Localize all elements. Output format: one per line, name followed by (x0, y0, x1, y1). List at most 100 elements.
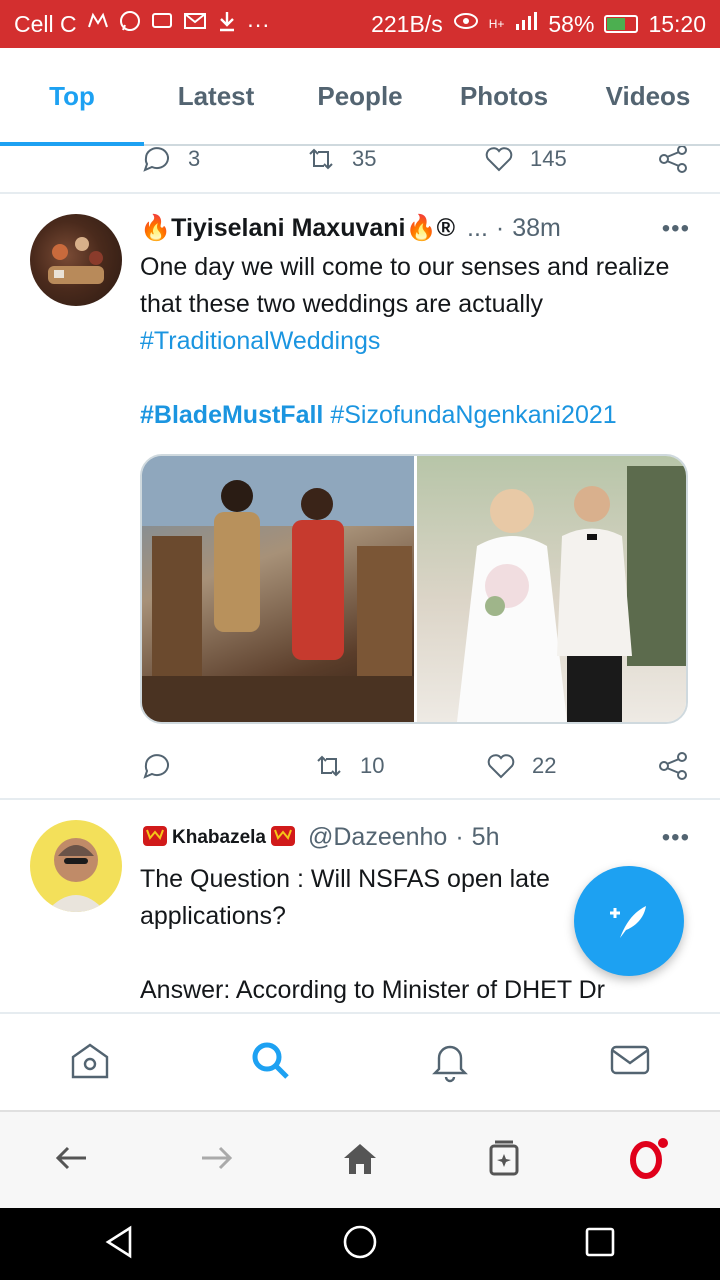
share-button[interactable] (656, 749, 690, 783)
reply-icon (143, 754, 169, 779)
hashtag-link[interactable]: #BladeMustFall (140, 401, 323, 429)
carrier-label: Cell C (14, 10, 77, 37)
share-icon (659, 146, 687, 173)
tab-people[interactable]: People (288, 48, 432, 144)
system-home-button[interactable] (340, 1222, 380, 1267)
separator-dot: · (455, 823, 464, 851)
more-options-button[interactable]: ••• (662, 824, 690, 852)
reply-count: 3 (188, 146, 201, 171)
author-handle[interactable]: @Dazeenho (308, 823, 447, 852)
author-handle-truncated: ... (467, 214, 488, 242)
network-speed: 221B/s (371, 10, 443, 37)
tweet-text-body: One day we will come to our senses and r… (140, 253, 670, 318)
network-type: H+ (488, 17, 505, 31)
tab-top[interactable]: Top (0, 48, 144, 146)
status-bar: Cell C ··· 221B/s H+ 58% 15:20 (0, 0, 720, 48)
triangle-back-icon (105, 1225, 132, 1258)
home-icon (71, 1043, 109, 1078)
compose-feather-icon (610, 906, 646, 938)
like-button[interactable]: 22 (484, 749, 634, 783)
bell-icon (432, 1045, 468, 1082)
browser-home-button[interactable] (338, 1136, 382, 1185)
heart-icon (487, 754, 515, 779)
download-icon (217, 10, 237, 38)
whatsapp-icon (119, 10, 141, 38)
messages-tab[interactable] (607, 1037, 653, 1088)
system-nav-bar (0, 1208, 720, 1280)
arrow-left-icon (55, 1146, 86, 1169)
hashtag-link[interactable]: #TraditionalWeddings (140, 327, 380, 355)
author-name[interactable]: 🔥Tiyiselani Maxuvani🔥® (140, 214, 455, 243)
browser-nav-bar (0, 1110, 720, 1208)
compose-tweet-button[interactable] (574, 866, 684, 976)
share-button[interactable] (656, 146, 690, 176)
back-button[interactable] (50, 1136, 94, 1185)
retweet-count: 35 (352, 146, 377, 171)
battery-icon (604, 15, 639, 33)
tweet-actions: 10 22 (140, 746, 690, 786)
tab-videos[interactable]: Videos (576, 48, 720, 144)
retweet-button[interactable]: 10 (312, 749, 484, 783)
notifications-tab[interactable] (427, 1037, 473, 1088)
traditional-wedding-photo[interactable] (142, 456, 416, 722)
gmail-icon (183, 11, 207, 37)
avatar-photo (48, 237, 104, 284)
tweet-text-answer: Answer: According to Minister of DHET Dr (140, 976, 605, 1004)
white-wedding-photo[interactable] (414, 456, 686, 722)
crown-icon (140, 820, 170, 855)
opera-menu-button[interactable] (626, 1136, 670, 1185)
more-options-button[interactable]: ••• (662, 215, 690, 243)
more-notifications: ··· (246, 10, 270, 37)
opera-logo-icon (630, 1137, 668, 1179)
house-icon (344, 1143, 376, 1174)
tweet-time: 38m (512, 214, 561, 242)
battery-percent: 58% (548, 10, 595, 37)
crown-icon (268, 820, 298, 855)
tabs-icon (489, 1140, 519, 1175)
author-name[interactable]: Khabazela (172, 827, 266, 849)
hashtag-link[interactable]: #SizofundaNgenkani2021 (330, 401, 616, 429)
system-back-button[interactable] (100, 1222, 140, 1267)
previous-tweet-actions: 3 35 145 (140, 146, 690, 176)
circle-home-icon (343, 1225, 377, 1258)
tabs-button[interactable] (482, 1136, 526, 1185)
heart-icon (485, 147, 513, 172)
tweet-time: 5h (471, 823, 500, 851)
like-button[interactable]: 145 (482, 146, 632, 176)
arrow-right-icon (202, 1146, 233, 1169)
reply-icon (143, 147, 169, 172)
like-count: 22 (532, 753, 557, 778)
search-icon (252, 1042, 289, 1079)
avatar[interactable] (30, 820, 122, 912)
tab-latest[interactable]: Latest (144, 48, 288, 144)
retweet-count: 10 (360, 753, 385, 778)
signal-icon (514, 10, 538, 38)
search-tabs: Top Latest People Photos Videos (0, 48, 720, 146)
retweet-button[interactable]: 35 (304, 146, 482, 176)
tweet-text: One day we will come to our senses and r… (140, 249, 690, 434)
mail-icon (610, 1045, 650, 1074)
share-icon (659, 752, 687, 780)
eye-comfort-icon (453, 12, 479, 36)
like-count: 145 (530, 146, 567, 171)
tweet-text-question: The Question : Will NSFAS open late appl… (140, 865, 550, 930)
clock: 15:20 (648, 10, 706, 37)
twitter-bottom-nav (0, 1012, 720, 1110)
reply-button[interactable] (140, 749, 312, 783)
app-icon (87, 11, 109, 37)
retweet-icon (309, 148, 333, 170)
system-recents-button[interactable] (580, 1222, 620, 1267)
sms-icon (151, 11, 173, 37)
avatar[interactable] (30, 214, 122, 306)
square-recents-icon (585, 1227, 615, 1256)
forward-button[interactable] (194, 1136, 238, 1185)
retweet-icon (317, 755, 341, 777)
avatar-photo (46, 838, 106, 912)
home-tab[interactable] (67, 1037, 113, 1088)
tab-photos[interactable]: Photos (432, 48, 576, 144)
tweet-card[interactable]: 🔥Tiyiselani Maxuvani🔥® ... · 38m ••• One… (0, 194, 720, 798)
tweet-media[interactable] (140, 454, 688, 724)
reply-button[interactable]: 3 (140, 146, 304, 176)
explore-tab[interactable] (247, 1037, 293, 1088)
separator-dot: · (495, 214, 505, 242)
